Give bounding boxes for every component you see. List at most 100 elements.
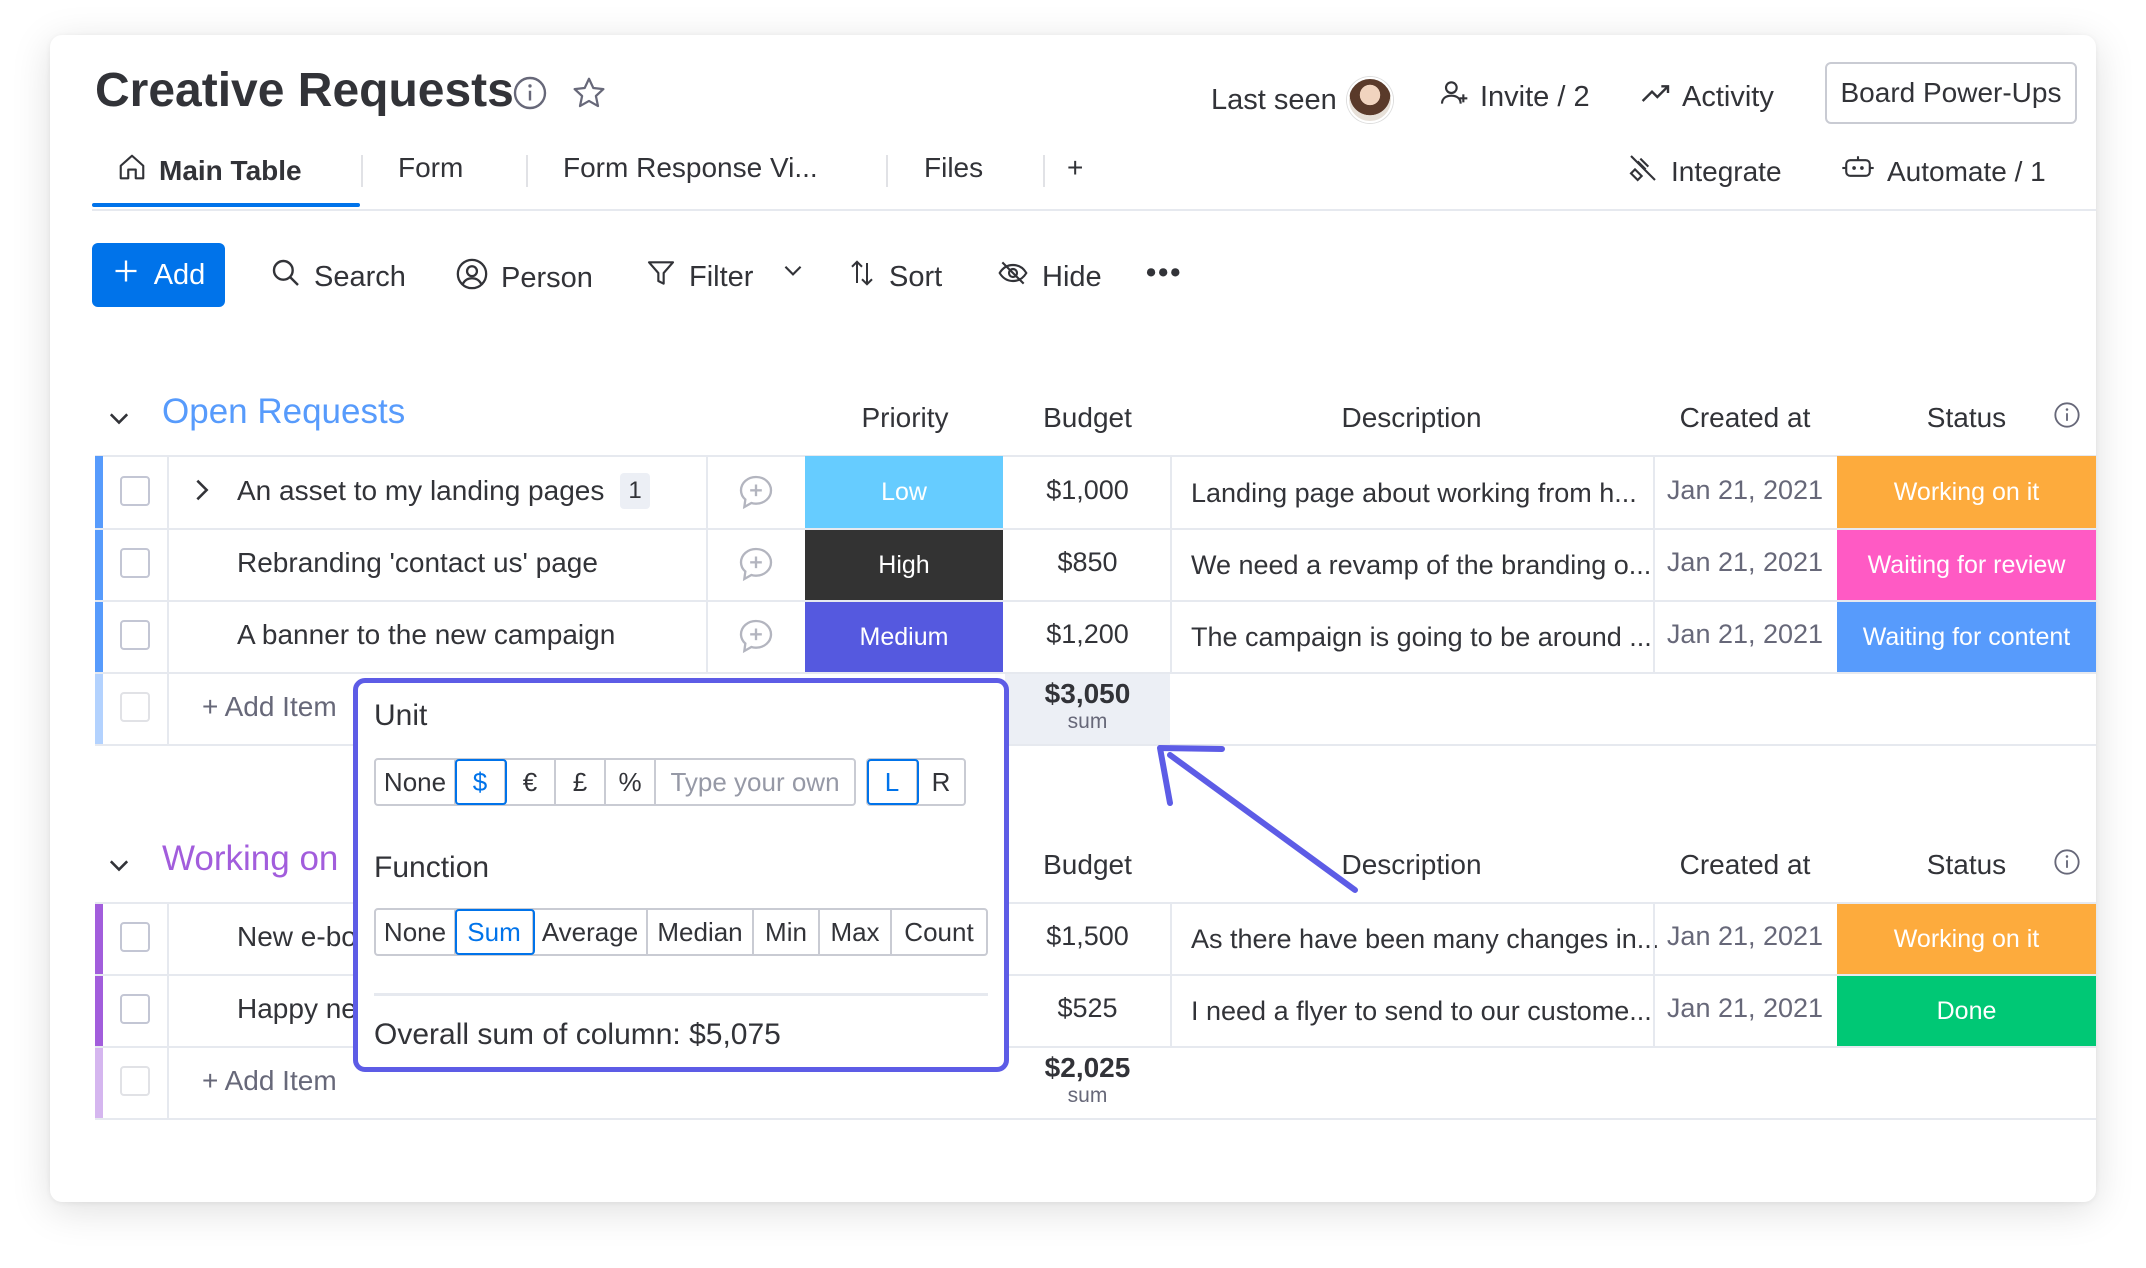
alignment-selector: L R (866, 758, 966, 806)
item-name[interactable]: Happy ne (237, 993, 357, 1025)
last-seen[interactable]: Last seen (1211, 77, 1393, 123)
group-title[interactable]: Open Requests (162, 392, 405, 432)
function-option-sum[interactable]: Sum (455, 909, 535, 955)
automate-button[interactable]: Automate / 1 (1841, 152, 2046, 191)
filter-button[interactable]: Filter (645, 257, 753, 297)
add-item-input[interactable]: + Add Item (202, 691, 337, 723)
stage: Creative Requests Last seen Invite / 2 A… (0, 0, 2146, 1268)
activity-button[interactable]: Activity (1640, 77, 1774, 117)
subitems-count-badge[interactable]: 1 (620, 473, 650, 509)
created-at-cell: Jan 21, 2021 (1666, 993, 1824, 1023)
sort-button[interactable]: Sort (847, 257, 942, 297)
budget-cell[interactable]: $525 (1005, 993, 1170, 1024)
add-item-input[interactable]: + Add Item (202, 1065, 337, 1097)
search-button[interactable]: Search (270, 257, 406, 297)
add-update-icon[interactable] (736, 616, 776, 661)
status-cell[interactable]: Working on it (1837, 904, 2096, 974)
budget-summary[interactable]: $2,025 sum (1005, 1052, 1170, 1108)
column-header-priority[interactable]: Priority (805, 402, 1005, 434)
sum-label: sum (1067, 1084, 1108, 1107)
cell-divider (1170, 976, 1172, 1046)
custom-unit-input[interactable]: Type your own (656, 760, 854, 804)
description-cell[interactable]: The campaign is going to be around ... (1191, 622, 1652, 653)
hide-button[interactable]: Hide (996, 257, 1102, 297)
row-checkbox[interactable] (120, 548, 150, 578)
priority-cell[interactable]: Low (805, 456, 1003, 528)
function-option-median[interactable]: Median (648, 910, 754, 954)
add-button[interactable]: Add (92, 243, 225, 307)
column-header-created-at[interactable]: Created at (1653, 402, 1837, 434)
add-update-icon[interactable] (736, 544, 776, 589)
cell-divider (1170, 530, 1172, 600)
sort-label: Sort (889, 260, 943, 293)
column-header-budget[interactable]: Budget (1005, 402, 1170, 434)
priority-cell[interactable]: High (805, 530, 1003, 600)
status-cell[interactable]: Done (1837, 976, 2096, 1046)
description-cell[interactable]: Landing page about working from h... (1191, 478, 1637, 509)
invite-button[interactable]: Invite / 2 (1438, 77, 1590, 117)
item-name[interactable]: New e-bo (237, 921, 357, 953)
cell-divider (706, 456, 708, 528)
info-icon[interactable] (2053, 401, 2081, 434)
function-option-none[interactable]: None (376, 910, 456, 954)
unit-option-dollar[interactable]: $ (455, 759, 507, 805)
item-name[interactable]: A banner to the new campaign (237, 619, 615, 651)
budget-cell[interactable]: $1,500 (1005, 921, 1170, 952)
status-cell[interactable]: Waiting for content (1837, 602, 2096, 672)
person-label: Person (501, 261, 593, 294)
budget-cell[interactable]: $1,000 (1005, 475, 1170, 506)
group-collapse-icon[interactable] (105, 852, 133, 885)
star-icon[interactable] (571, 75, 607, 116)
unit-option-pound[interactable]: £ (556, 760, 606, 804)
description-cell[interactable]: As there have been many changes in... (1191, 924, 1659, 955)
tab-main-table[interactable]: Main Table (117, 152, 302, 189)
description-cell[interactable]: I need a flyer to send to our custome... (1191, 996, 1652, 1027)
description-cell[interactable]: We need a revamp of the branding o... (1191, 550, 1651, 581)
budget-cell[interactable]: $850 (1005, 547, 1170, 578)
unit-option-none[interactable]: None (376, 760, 456, 804)
status-cell[interactable]: Working on it (1837, 456, 2096, 528)
item-name[interactable]: Rebranding 'contact us' page (237, 547, 598, 579)
group-collapse-icon[interactable] (105, 405, 133, 438)
item-name[interactable]: An asset to my landing pages (237, 475, 604, 507)
status-cell[interactable]: Waiting for review (1837, 530, 2096, 600)
group-color-bar (95, 976, 103, 1046)
function-option-max[interactable]: Max (820, 910, 892, 954)
header-divider (92, 209, 2096, 211)
home-icon (117, 152, 147, 189)
chevron-right-icon[interactable] (188, 475, 216, 510)
align-right-option[interactable]: R (918, 760, 964, 804)
unit-heading: Unit (374, 699, 428, 732)
align-left-option[interactable]: L (867, 759, 919, 805)
column-header-created-at[interactable]: Created at (1653, 849, 1837, 881)
row-checkbox[interactable] (120, 476, 150, 506)
column-header-description[interactable]: Description (1170, 402, 1653, 434)
integrate-button[interactable]: Integrate (1627, 152, 1782, 191)
tab-form[interactable]: Form (398, 152, 463, 184)
board-power-ups-button[interactable]: Board Power-Ups (1825, 62, 2077, 124)
function-option-count[interactable]: Count (892, 910, 986, 954)
info-icon[interactable] (512, 75, 548, 116)
unit-option-euro[interactable]: € (506, 760, 556, 804)
created-at-cell: Jan 21, 2021 (1666, 619, 1824, 649)
priority-cell[interactable]: Medium (805, 602, 1003, 672)
add-view-button[interactable]: + (1067, 152, 1083, 184)
info-icon[interactable] (2053, 848, 2081, 881)
unit-option-percent[interactable]: % (606, 760, 656, 804)
tab-files[interactable]: Files (924, 152, 983, 184)
row-checkbox[interactable] (120, 620, 150, 650)
tab-form-response-view[interactable]: Form Response Vi... (563, 152, 818, 184)
cell-divider (1170, 602, 1172, 672)
row-checkbox[interactable] (120, 922, 150, 952)
filter-dropdown[interactable] (780, 257, 806, 291)
add-update-icon[interactable] (736, 472, 776, 517)
function-option-min[interactable]: Min (754, 910, 820, 954)
function-option-average[interactable]: Average (534, 910, 648, 954)
more-options-button[interactable]: ••• (1146, 257, 1182, 290)
group-title[interactable]: Working on (162, 839, 338, 879)
budget-cell[interactable]: $1,200 (1005, 619, 1170, 650)
row-checkbox[interactable] (120, 994, 150, 1024)
sum-value: $3,050 (1044, 678, 1131, 709)
search-label: Search (314, 260, 406, 293)
person-filter-button[interactable]: Person (455, 257, 593, 299)
